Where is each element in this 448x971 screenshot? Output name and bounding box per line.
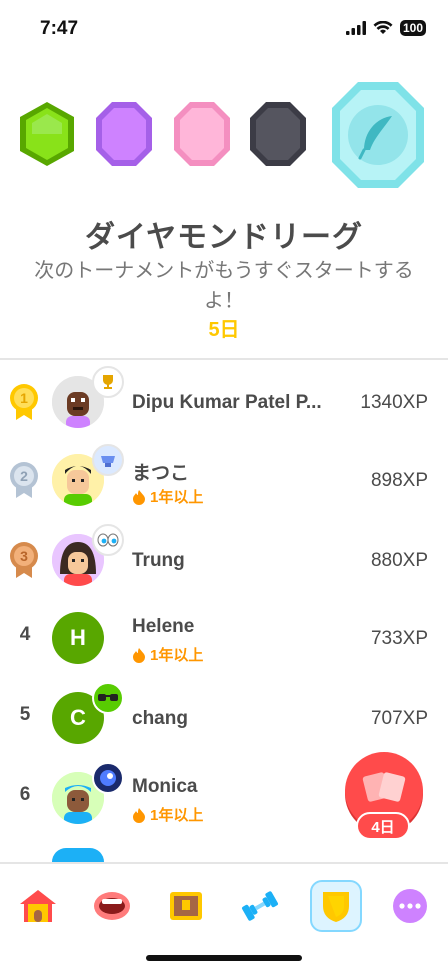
streak-label: 1年以上 [132, 486, 203, 507]
leaderboard-row-3[interactable]: 3 Trung 880XP [0, 520, 448, 600]
bronze-medal-icon: 3 [10, 542, 38, 578]
status-time: 7:47 [40, 18, 79, 39]
dumbbell-icon [242, 891, 278, 921]
green-gem-icon [20, 102, 74, 166]
rank-number: 6 [19, 784, 31, 805]
rank-number: 2 [20, 468, 28, 484]
league-subtitle: 次のトーナメントがもうすぐスタートするよ！ [34, 260, 414, 312]
home-tab[interactable] [12, 880, 64, 932]
league-tier-row [0, 80, 448, 190]
flame-icon [133, 807, 145, 823]
purple-gem-icon [96, 102, 152, 166]
silver-medal-icon: 2 [10, 462, 38, 498]
flame-icon [133, 489, 145, 505]
wifi-icon [373, 21, 393, 34]
gold-medal-icon: 1 [10, 384, 38, 420]
eyes-icon [92, 524, 124, 556]
treasure-tab[interactable] [160, 880, 212, 932]
xp-value: 707XP [370, 708, 428, 729]
pink-gem-icon [174, 102, 230, 166]
leagues-tab[interactable] [310, 880, 362, 932]
divider [0, 358, 448, 360]
practice-tab[interactable] [234, 880, 286, 932]
leaderboard-row-5[interactable]: 5 C chang 707XP [0, 678, 448, 758]
rank-number: 1 [20, 390, 28, 406]
streak-text: 1年以上 [150, 807, 204, 824]
mouth-icon [94, 892, 130, 920]
home-indicator [146, 955, 302, 961]
league-title: ダイヤモンドリーグ [84, 221, 364, 254]
status-icons: 100 [345, 20, 426, 36]
black-gem-icon [250, 102, 306, 166]
user-name: chang [132, 708, 188, 729]
orb-icon [92, 762, 124, 794]
xp-value: 898XP [370, 470, 428, 491]
rank-number: 3 [20, 548, 28, 564]
trophy-icon [92, 366, 124, 398]
user-name: Trung [132, 550, 185, 571]
diamond-feather-gem-icon [332, 82, 424, 188]
more-tab[interactable] [384, 880, 436, 932]
leaderboard-row-1[interactable]: 1 Dipu Kumar Patel P... 1340XP [0, 362, 448, 442]
streak-text: 1年以上 [150, 647, 204, 664]
avatar[interactable]: H [52, 612, 104, 664]
xp-value: 733XP [370, 628, 428, 649]
user-name: Dipu Kumar Patel P... [132, 392, 322, 413]
treasure-chest-icon [170, 892, 202, 920]
speak-tab[interactable] [86, 880, 138, 932]
xp-value: 880XP [370, 550, 428, 571]
rank-number: 5 [19, 704, 31, 725]
status-bar: 7:47 100 [0, 0, 448, 56]
home-icon [20, 890, 56, 922]
more-icon [393, 889, 427, 923]
cup-icon [92, 444, 124, 476]
xp-value: 1340XP [360, 392, 428, 413]
flame-icon [133, 647, 145, 663]
signal-icon [345, 21, 366, 35]
user-name: Helene [132, 616, 195, 637]
user-name: まつこ [132, 463, 190, 484]
leaderboard-row-2[interactable]: 2 まつこ 1年以上 898XP [0, 440, 448, 520]
league-countdown: 5日 [208, 319, 240, 341]
streak-label: 1年以上 [132, 644, 203, 665]
rank-number: 4 [19, 624, 31, 645]
user-name: Monica [132, 776, 198, 797]
shield-icon [323, 892, 349, 922]
battery-indicator: 100 [399, 20, 426, 36]
streak-text: 1年以上 [150, 489, 204, 506]
avatar[interactable] [52, 848, 104, 862]
sunglasses-icon [92, 682, 124, 714]
leaderboard-row-4[interactable]: 4 H Helene 1年以上 733XP [0, 598, 448, 678]
streak-label: 1年以上 [132, 804, 203, 825]
quest-timer-badge[interactable]: 4日 [356, 812, 410, 840]
